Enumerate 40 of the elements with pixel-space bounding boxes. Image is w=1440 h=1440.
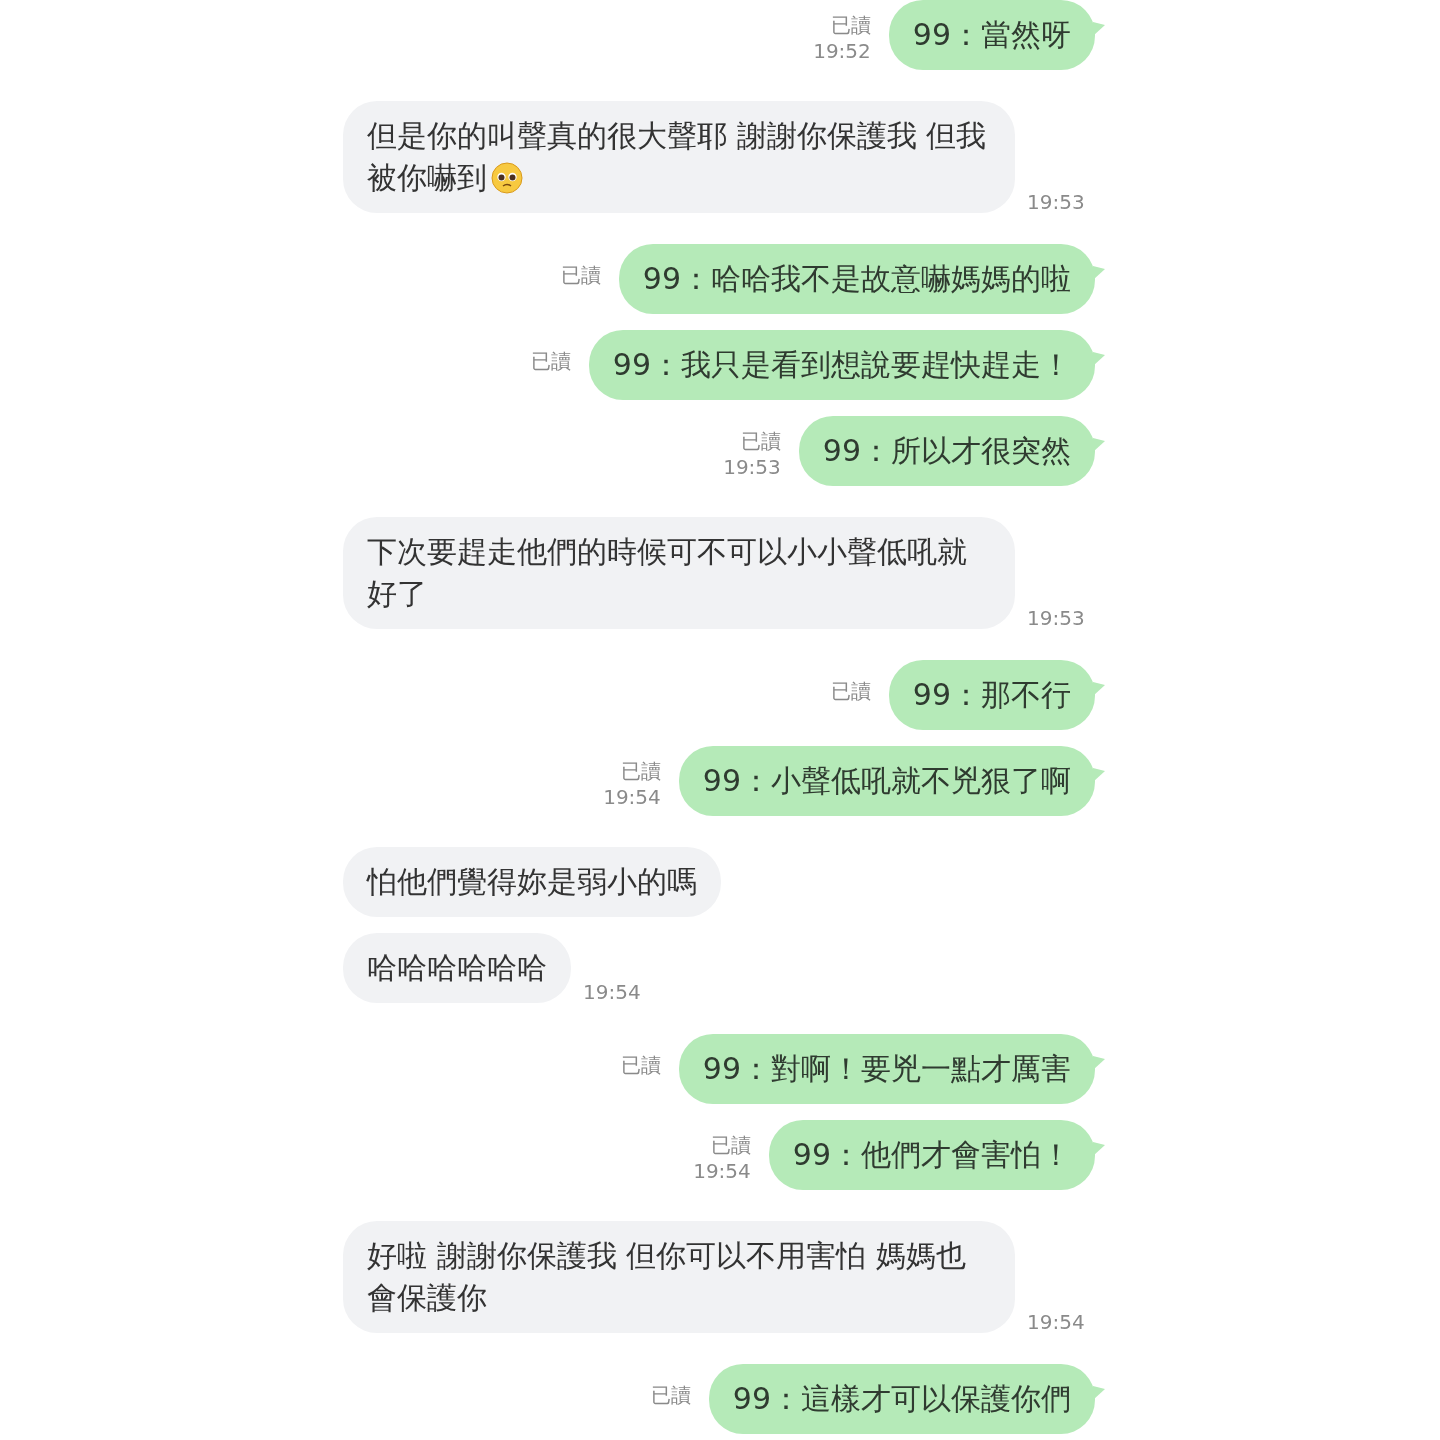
message-bubble: 99：對啊！要兇一點才厲害 [678,1034,1095,1104]
bubble-tail [1093,1386,1105,1400]
bubble-tail [1093,266,1105,280]
message-time: 19:52 [813,38,871,64]
message-time: 19:54 [1027,1309,1085,1335]
bubble-tail [1093,682,1105,696]
bubble-tail [1093,22,1105,36]
message-bubble: 99：我只是看到想說要趕快趕走！ [588,330,1095,400]
read-receipt: 已讀 [530,348,571,374]
message-bubble: 怕他們覺得妳是弱小的嗎 [343,847,721,917]
message-bubble: 但是你的叫聲真的很大聲耶 謝謝你保護我 但我被你嚇到 [343,101,1015,213]
read-receipt: 已讀 [620,758,661,784]
message-bubble: 99：所以才很突然 [798,416,1095,486]
message-time: 19:53 [723,454,781,480]
message-bubble: 99：哈哈我不是故意嚇媽媽的啦 [618,244,1095,314]
message-time: 19:54 [693,1158,751,1184]
bubble-tail [1093,1142,1105,1156]
bubble-tail [1093,352,1105,366]
message-bubble: 好啦 謝謝你保護我 但你可以不用害怕 媽媽也會保護你 [343,1221,1015,1333]
message-bubble: 99：那不行 [888,660,1095,730]
read-receipt: 已讀 [710,1132,751,1158]
read-receipt: 已讀 [560,262,601,288]
message-time: 19:53 [1027,605,1085,631]
message-bubble: 99：小聲低吼就不兇狠了啊 [678,746,1095,816]
read-receipt: 已讀 [830,678,871,704]
message-bubble: 哈哈哈哈哈哈 [343,933,571,1003]
read-receipt: 已讀 [650,1382,691,1408]
bubble-tail [1093,1056,1105,1070]
message-bubble: 99：他們才會害怕！ [768,1120,1095,1190]
read-receipt: 已讀 [620,1052,661,1078]
message-bubble: 99：當然呀 [888,0,1095,70]
read-receipt: 已讀 [830,12,871,38]
bubble-tail [1093,768,1105,782]
message-bubble: 99：這樣才可以保護你們 [708,1364,1095,1434]
message-time: 19:54 [603,784,661,810]
message-time: 19:53 [1027,189,1085,215]
bubble-tail [1093,438,1105,452]
message-time: 19:54 [583,979,641,1005]
read-receipt: 已讀 [740,428,781,454]
message-bubble: 下次要趕走他們的時候可不可以小小聲低吼就好了 [343,517,1015,629]
